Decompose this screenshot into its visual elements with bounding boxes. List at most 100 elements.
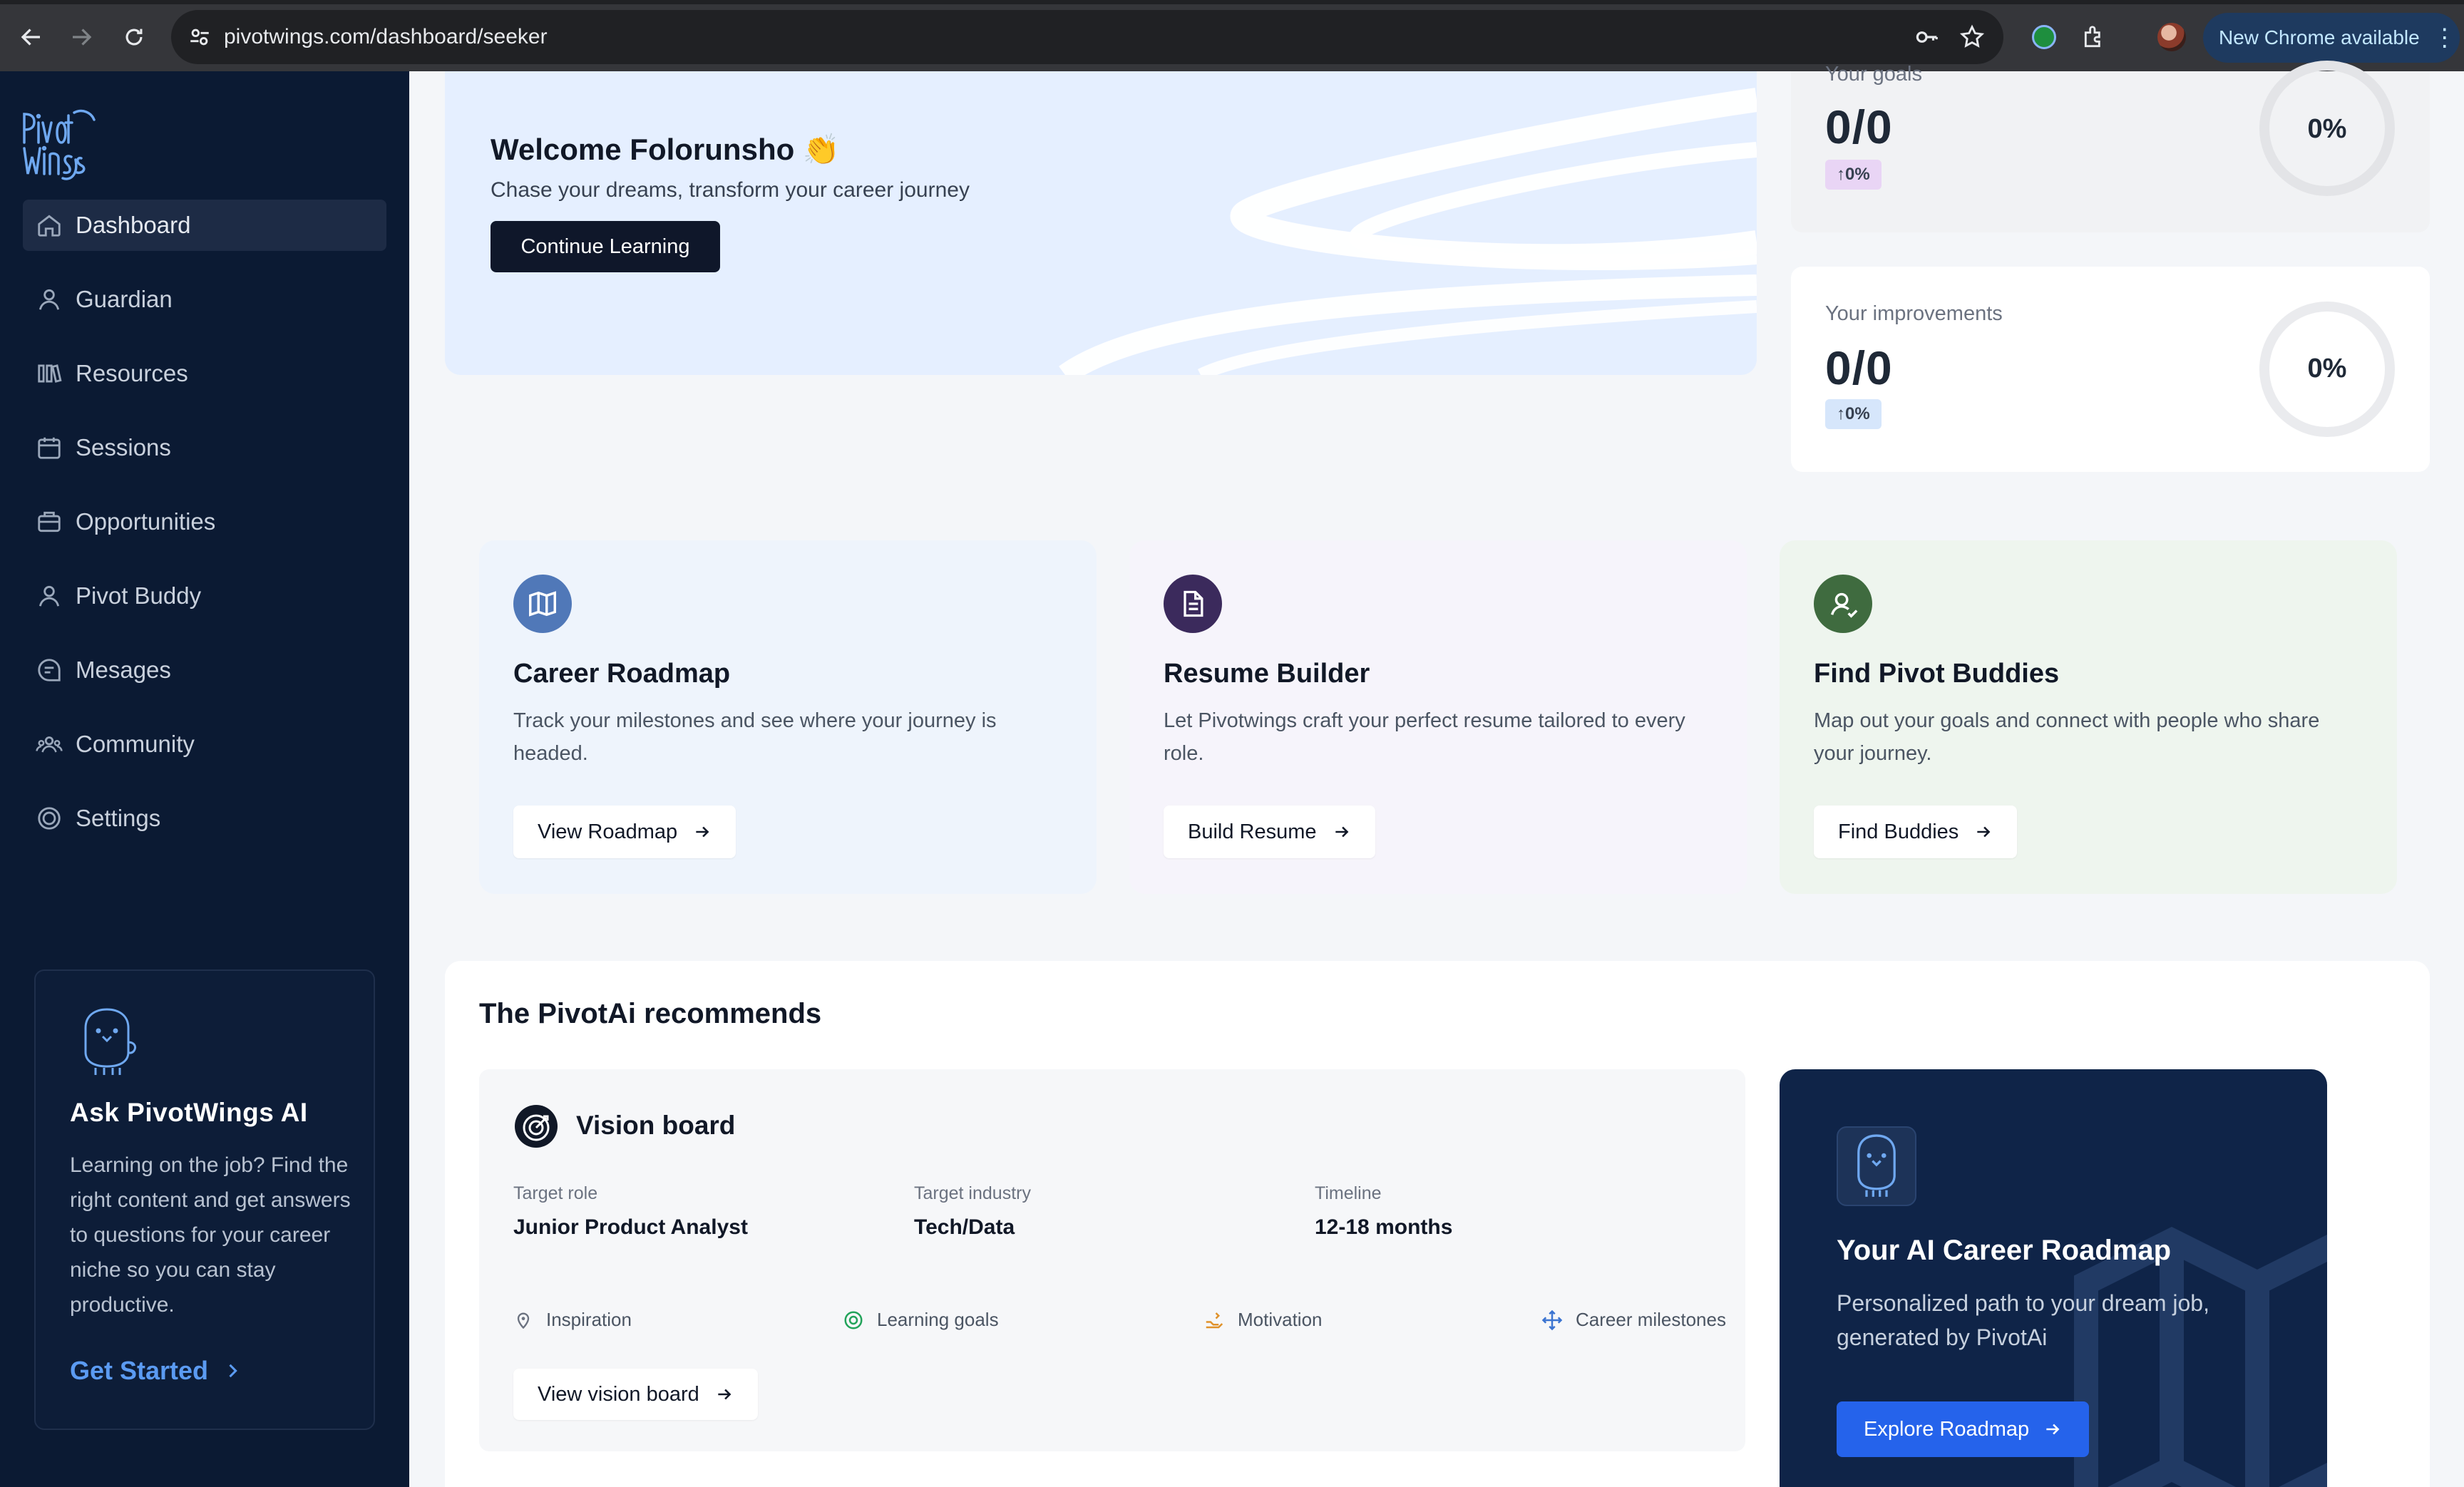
bot-mascot-icon [1837,1126,1916,1206]
career-roadmap-card: Career Roadmap Track your milestones and… [479,540,1097,894]
extensions-puzzle-icon[interactable] [2079,21,2110,53]
sidebar-item-label: Settings [76,805,161,831]
user-icon [33,580,66,612]
reload-icon[interactable] [118,21,150,53]
arrow-right-icon [718,1389,732,1400]
view-roadmap-button[interactable]: View Roadmap [513,806,736,858]
ask-ai-card: Ask PivotWings AI Learning on the job? F… [34,969,375,1430]
tag-label: Learning goals [877,1309,999,1330]
section-title: The PivotAi recommends [479,998,822,1029]
sidebar-item-label: Dashboard [76,212,191,238]
tag-career-milestones: Career milestones [1541,1309,1726,1331]
browser-toolbar: pivotwings.com/dashboard/seeker New Chro… [0,0,2464,71]
tag-label: Inspiration [546,1309,632,1330]
arrow-right-icon [2046,1424,2060,1435]
chrome-update-button[interactable]: New Chrome available ⋮ [2203,13,2460,63]
sidebar-item-label: Community [76,731,195,757]
tab-strip [0,0,2464,4]
roadmap-description: Personalized path to your dream job, gen… [1837,1290,2209,1350]
chevron-right-icon [229,1364,237,1378]
sidebar-item-guardian[interactable]: Guardian [23,274,386,325]
target-industry-field: Target industry Tech/Data [914,1183,1031,1240]
address-bar[interactable]: pivotwings.com/dashboard/seeker [171,10,2003,64]
sidebar-item-community[interactable]: Community [23,719,386,770]
home-icon [33,209,66,242]
back-icon[interactable] [16,21,47,53]
sidebar-item-resources[interactable]: Resources [23,348,386,399]
vision-board-title: Vision board [576,1111,736,1140]
card-description: Track your milestones and see where your… [513,709,997,765]
sidebar-item-dashboard[interactable]: Dashboard [23,200,386,251]
field-label: Target industry [914,1183,1031,1203]
site-info-icon[interactable] [178,25,221,49]
url-text[interactable]: pivotwings.com/dashboard/seeker [224,25,548,49]
resume-builder-card: Resume Builder Let Pivotwings craft your… [1129,540,1747,894]
stat-change-badge: ↑0% [1825,399,1882,429]
field-value: Tech/Data [914,1215,1015,1239]
document-icon [1164,575,1222,633]
build-resume-button[interactable]: Build Resume [1164,806,1375,858]
tag-label: Motivation [1238,1309,1323,1330]
pivotwings-logo[interactable] [21,106,100,184]
card-description: Map out your goals and connect with peop… [1814,709,2320,765]
tag-learning-goals: Learning goals [843,1309,999,1331]
extension-icon[interactable] [2028,21,2060,53]
vision-board-card: Vision board Target role Junior Product … [479,1069,1745,1451]
tag-inspiration: Inspiration [513,1309,632,1331]
briefcase-icon [33,505,66,538]
tag-motivation: Motivation [1203,1309,1323,1331]
view-vision-board-button[interactable]: View vision board [513,1369,758,1420]
timeline-field: Timeline 12-18 months [1315,1183,1452,1240]
get-started-link[interactable]: Get Started [70,1356,242,1386]
field-label: Timeline [1315,1183,1382,1203]
button-label: View Roadmap [538,820,678,843]
user-icon [33,283,66,316]
message-icon [33,654,66,686]
forward-icon[interactable] [66,21,97,53]
sidebar-item-label: Resources [76,360,188,386]
button-label: Build Resume [1188,820,1317,843]
profile-avatar[interactable] [2156,21,2187,53]
sidebar-item-label: Mesages [76,657,171,683]
sidebar: Dashboard Guardian Resources Sessions Op… [0,71,409,1487]
map-icon [513,575,572,633]
password-key-icon[interactable] [1911,21,1942,53]
tag-label: Career milestones [1576,1309,1726,1330]
button-label: Explore Roadmap [1864,1417,2030,1441]
settings-icon [33,802,66,835]
sidebar-item-settings[interactable]: Settings [23,793,386,844]
stat-percent: 0% [2307,114,2347,144]
welcome-title: Welcome Folorunsho 👏 [491,133,841,166]
recommendations-section: The PivotAi recommends Vision board Targ… [445,961,2430,1487]
community-icon [33,728,66,761]
sidebar-item-pivot-buddy[interactable]: Pivot Buddy [23,570,386,622]
calendar-icon [33,431,66,464]
sidebar-item-sessions[interactable]: Sessions [23,422,386,473]
sidebar-item-opportunities[interactable]: Opportunities [23,496,386,547]
stat-value: 0/0 [1825,341,1893,394]
stat-percent: 0% [2307,354,2347,384]
stat-label: Your improvements [1825,302,2003,325]
people-icon [1814,575,1872,633]
arrow-right-icon [696,826,709,838]
move-icon [1541,1310,1563,1330]
stat-change-badge: ↑0% [1825,160,1882,190]
goals-stat-card: Your goals 0/0 ↑0% 0% [1791,61,2430,232]
welcome-banner: Welcome Folorunsho 👏 Chase your dreams, … [445,71,1757,375]
continue-learning-button[interactable]: Continue Learning [491,221,720,272]
explore-roadmap-button[interactable]: Explore Roadmap [1837,1401,2090,1457]
welcome-subtitle: Chase your dreams, transform your career… [491,178,970,202]
get-started-label: Get Started [70,1356,209,1385]
stat-label: Your goals [1825,63,1922,86]
ai-card-description: Learning on the job? Find the right cont… [70,1153,351,1317]
arrow-right-icon [1335,826,1348,838]
bookmark-star-icon[interactable] [1956,21,1988,53]
bot-mascot-icon [84,1008,137,1075]
stat-value: 0/0 [1825,101,1893,153]
sidebar-item-label: Sessions [76,434,171,460]
sidebar-item-label: Opportunities [76,508,216,535]
find-buddies-button[interactable]: Find Buddies [1814,806,2018,858]
sidebar-item-messages[interactable]: Mesages [23,644,386,696]
button-label: Find Buddies [1838,820,1959,843]
more-menu-icon[interactable]: ⋮ [2433,24,2457,52]
